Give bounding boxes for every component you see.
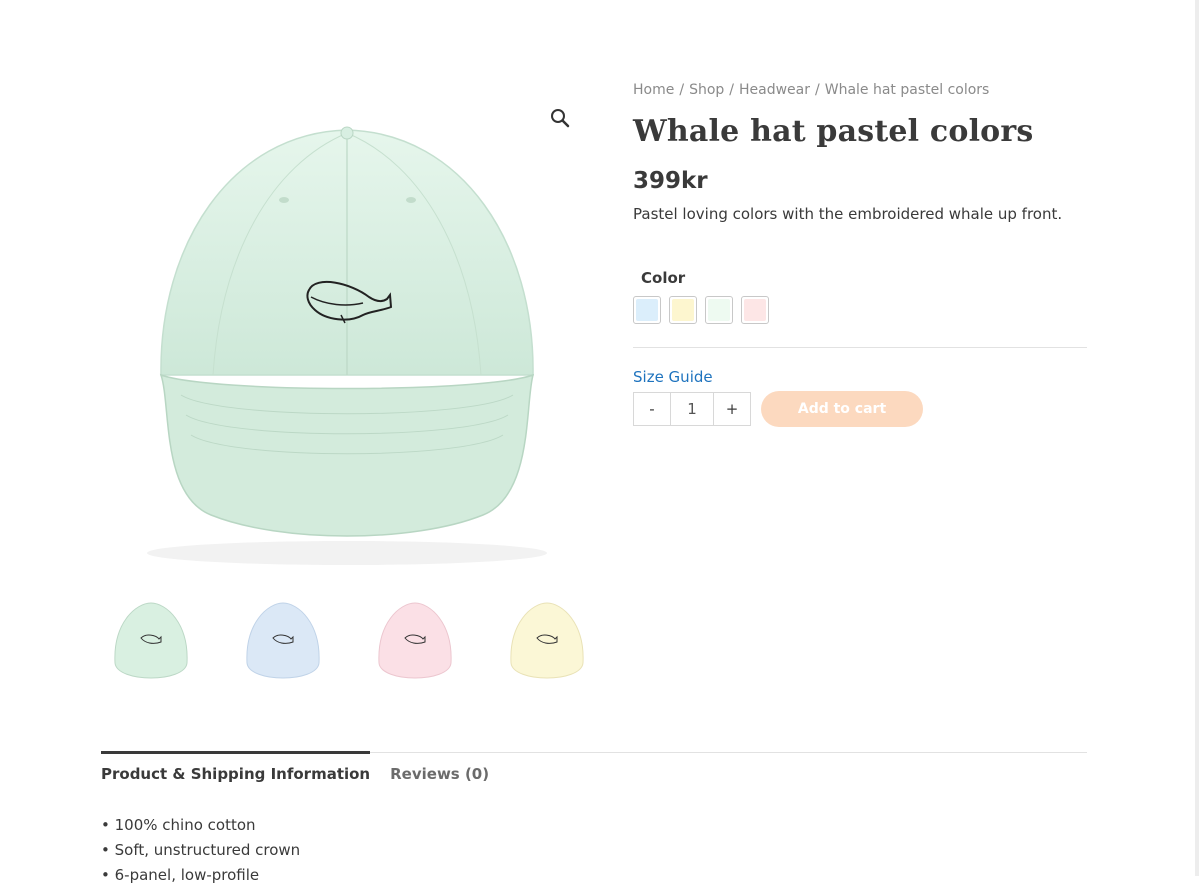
size-guide-link[interactable]: Size Guide	[633, 368, 1087, 386]
breadcrumb-home[interactable]: Home	[633, 82, 674, 98]
main-product-image[interactable]	[101, 75, 594, 575]
breadcrumb-current: Whale hat pastel colors	[824, 82, 990, 98]
tab-product-info[interactable]: Product & Shipping Information	[101, 751, 371, 783]
quantity-input[interactable]	[671, 392, 713, 426]
thumbnail-blue[interactable]	[233, 593, 333, 703]
scrollbar-track[interactable]	[1195, 0, 1199, 876]
thumbnail-pink[interactable]	[365, 593, 465, 703]
breadcrumb-shop[interactable]: Shop	[689, 82, 724, 98]
swatch-pink[interactable]	[741, 296, 769, 324]
breadcrumb-separator: /	[815, 82, 820, 98]
swatch-light-blue[interactable]	[633, 296, 661, 324]
divider	[633, 347, 1087, 348]
breadcrumb-separator: /	[729, 82, 734, 98]
breadcrumb-separator: /	[679, 82, 685, 98]
gallery-thumbnails	[101, 593, 594, 703]
thumbnail-mint[interactable]	[101, 593, 201, 703]
product-price: 399kr	[633, 168, 708, 194]
color-label: Color	[641, 269, 686, 287]
product-description: Pastel loving colors with the embroidere…	[633, 205, 1063, 223]
add-to-cart-row: - + Add to cart	[633, 391, 1087, 427]
add-to-cart-button[interactable]: Add to cart	[761, 391, 923, 427]
product-details-list: • 100% chino cotton • Soft, unstructured…	[101, 813, 300, 888]
swatch-light-yellow[interactable]	[669, 296, 697, 324]
color-swatches	[633, 296, 1087, 324]
product-summary: Home / Shop / Headwear / Whale hat pastel colo…	[633, 82, 1087, 427]
detail-item: • 100% chino cotton	[101, 816, 256, 834]
zoom-button[interactable]	[547, 105, 573, 131]
product-title: Whale hat pastel colors	[633, 114, 1034, 149]
tab-reviews[interactable]: Reviews (0)	[390, 753, 489, 783]
breadcrumb-category[interactable]: Headwear	[739, 82, 810, 98]
thumbnail-yellow[interactable]	[497, 593, 597, 703]
detail-item: • Soft, unstructured crown	[101, 841, 301, 859]
product-tabs: Product & Shipping Information Reviews (…	[101, 751, 1087, 783]
quantity-decrease-button[interactable]: -	[633, 392, 671, 426]
breadcrumb: Home / Shop / Headwear / Whale hat pastel colo…	[633, 82, 1087, 98]
magnifier-icon	[551, 109, 570, 128]
swatch-mint[interactable]	[705, 296, 733, 324]
quantity-increase-button[interactable]: +	[713, 392, 751, 426]
